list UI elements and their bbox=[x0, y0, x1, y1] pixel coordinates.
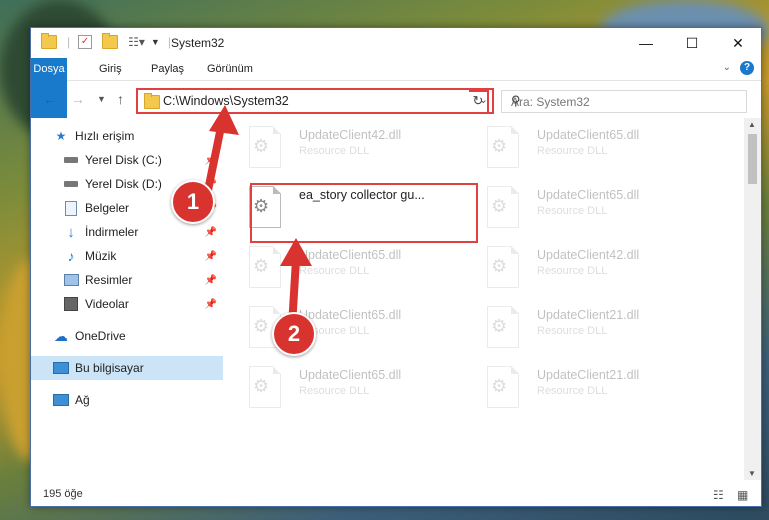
status-bar: 195 öğe ☷ ▦ bbox=[31, 482, 761, 506]
drive-icon bbox=[63, 153, 79, 167]
refresh-button[interactable]: ↻ bbox=[469, 90, 489, 114]
sidebar-item-pictures[interactable]: Resimler 📌 bbox=[31, 268, 223, 292]
expand-ribbon-icon[interactable]: ⌄ bbox=[723, 62, 731, 73]
pin-icon[interactable]: 📌 bbox=[205, 275, 217, 286]
recent-locations-icon[interactable]: ▼ bbox=[97, 94, 106, 104]
list-item[interactable]: ⚙ UpdateClient65.dll Resource DLL bbox=[469, 184, 699, 244]
list-item[interactable]: ⚙ UpdateClient65.dll Resource DLL bbox=[231, 304, 461, 364]
pin-icon[interactable]: 📌 bbox=[205, 227, 217, 238]
pin-icon[interactable]: 📌 bbox=[205, 251, 217, 262]
gear-icon: ⚙ bbox=[491, 256, 508, 276]
cloud-icon: ☁ bbox=[54, 327, 68, 344]
help-icon[interactable]: ? bbox=[740, 61, 754, 75]
forward-arrow-icon[interactable]: → bbox=[71, 91, 85, 107]
details-view-icon[interactable]: ☷ bbox=[713, 488, 724, 502]
close-button[interactable]: ✕ bbox=[715, 28, 761, 58]
tab-view[interactable]: Görünüm bbox=[197, 58, 263, 80]
sidebar-item-onedrive[interactable]: ☁ OneDrive bbox=[31, 324, 223, 348]
gear-icon: ⚙ bbox=[491, 376, 508, 396]
back-arrow-icon[interactable]: ← bbox=[43, 91, 57, 107]
gear-icon: ⚙ bbox=[253, 256, 270, 276]
list-item[interactable]: ⚙ UpdateClient21.dll Resource DLL bbox=[469, 364, 699, 424]
ribbon-tabs: Dosya Giriş Paylaş Görünüm ⌄ ? bbox=[31, 58, 761, 118]
pictures-icon bbox=[63, 273, 79, 287]
new-folder-icon[interactable] bbox=[102, 33, 119, 49]
file-explorer-window: | ✓ ☷▾ ▼ | System32 — ☐ ✕ Dosya Giriş Pa… bbox=[30, 27, 762, 507]
annotation-badge-2: 2 bbox=[272, 312, 316, 356]
sidebar-item-this-pc[interactable]: Bu bilgisayar bbox=[31, 356, 223, 380]
download-icon: ↓ bbox=[67, 223, 75, 241]
folder-icon bbox=[41, 33, 57, 49]
gear-icon: ⚙ bbox=[253, 316, 270, 336]
documents-icon bbox=[63, 200, 79, 216]
scrollbar-thumb[interactable] bbox=[748, 134, 757, 184]
item-count: 195 öğe bbox=[43, 488, 83, 500]
folder-icon bbox=[144, 93, 160, 109]
scroll-down-icon[interactable]: ▼ bbox=[748, 469, 756, 478]
search-input[interactable]: Ara: System32 ⚲ bbox=[501, 90, 747, 113]
maximize-button[interactable]: ☐ bbox=[669, 28, 715, 58]
title-bar: | ✓ ☷▾ ▼ | System32 — ☐ ✕ bbox=[31, 28, 761, 58]
list-item[interactable]: ⚙ UpdateClient65.dll Resource DLL bbox=[231, 364, 461, 424]
annotation-badge-1: 1 bbox=[171, 180, 215, 224]
navigation-bar: ← → ▼ ↑ C:\Windows\System32 ⌄ ↻ Ara: Sys… bbox=[31, 81, 761, 119]
videos-icon bbox=[63, 297, 79, 311]
list-item[interactable]: ⚙ UpdateClient65.dll Resource DLL bbox=[231, 244, 461, 304]
sidebar-item-music[interactable]: ♪ Müzik 📌 bbox=[31, 244, 223, 268]
quick-access-toolbar: | ✓ ☷▾ ▼ | bbox=[41, 33, 171, 49]
pin-icon[interactable]: 📌 bbox=[205, 299, 217, 310]
star-icon: ★ bbox=[55, 129, 67, 143]
gear-icon: ⚙ bbox=[253, 376, 270, 396]
list-item[interactable]: ⚙ UpdateClient21.dll Resource DLL bbox=[469, 304, 699, 364]
search-icon: ⚲ bbox=[511, 93, 521, 108]
music-icon: ♪ bbox=[67, 248, 75, 264]
properties-icon[interactable]: ✓ bbox=[78, 35, 93, 49]
minimize-button[interactable]: — bbox=[623, 28, 669, 58]
tab-share[interactable]: Paylaş bbox=[141, 58, 194, 80]
target-file-highlight bbox=[250, 183, 478, 243]
gear-icon: ⚙ bbox=[491, 136, 508, 156]
network-icon bbox=[53, 393, 69, 407]
tab-home[interactable]: Giriş bbox=[89, 58, 132, 80]
vertical-scrollbar[interactable]: ▲ ▼ bbox=[744, 118, 761, 480]
sidebar-item-network[interactable]: Ağ bbox=[31, 388, 223, 412]
list-item[interactable]: ⚙ UpdateClient65.dll Resource DLL bbox=[469, 124, 699, 184]
customize-toolbar-icon[interactable]: ☷▾ bbox=[128, 35, 145, 49]
computer-icon bbox=[53, 361, 69, 375]
gear-icon: ⚙ bbox=[491, 196, 508, 216]
chevron-down-icon[interactable]: ▼ bbox=[151, 37, 160, 47]
drive-icon bbox=[63, 177, 79, 191]
window-title: System32 bbox=[171, 36, 225, 50]
sidebar-item-videos[interactable]: Videolar 📌 bbox=[31, 292, 223, 316]
gear-icon: ⚙ bbox=[491, 316, 508, 336]
list-item[interactable]: ⚙ UpdateClient42.dll Resource DLL bbox=[469, 244, 699, 304]
large-icons-view-icon[interactable]: ▦ bbox=[737, 488, 748, 502]
list-item[interactable]: ⚙ UpdateClient42.dll Resource DLL bbox=[231, 124, 461, 184]
gear-icon: ⚙ bbox=[253, 136, 270, 156]
up-arrow-icon[interactable]: ↑ bbox=[117, 91, 124, 107]
scroll-up-icon[interactable]: ▲ bbox=[748, 120, 756, 129]
